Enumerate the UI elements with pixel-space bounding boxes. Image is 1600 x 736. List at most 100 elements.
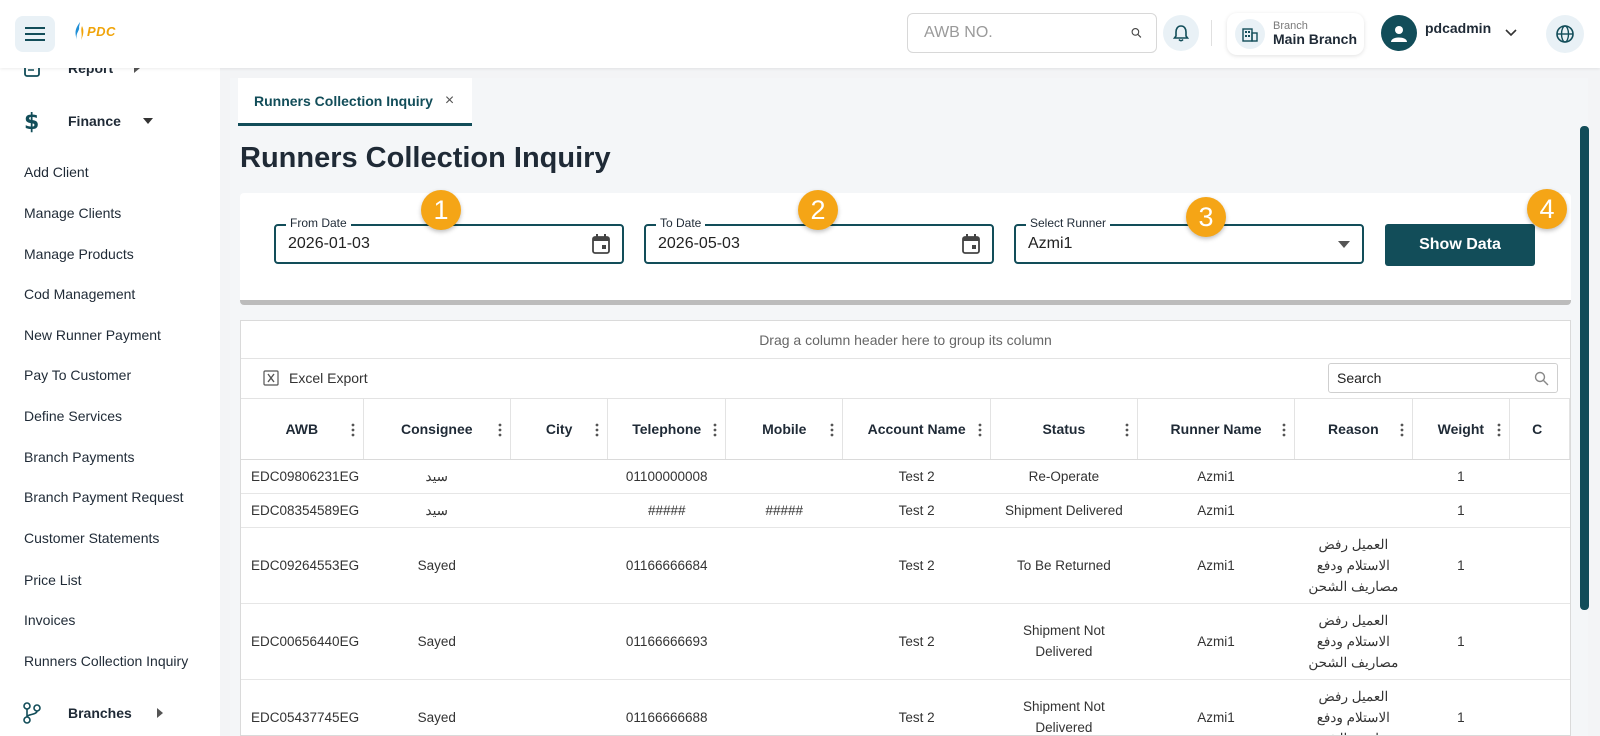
column-header-consignee[interactable]: Consignee bbox=[363, 399, 511, 460]
awb-search-input[interactable] bbox=[924, 24, 1131, 42]
column-menu-icon[interactable] bbox=[351, 423, 355, 437]
sidebar-item-manage-clients[interactable]: Manage Clients bbox=[24, 205, 121, 221]
column-header-runner-name[interactable]: Runner Name bbox=[1137, 399, 1296, 460]
sidebar-item-manage-products[interactable]: Manage Products bbox=[24, 246, 134, 262]
from-date-field[interactable]: From Date 2026-01-03 bbox=[274, 216, 624, 264]
sidebar-item-branch-payment-request[interactable]: Branch Payment Request bbox=[24, 489, 184, 505]
column-header-account-name[interactable]: Account Name bbox=[842, 399, 991, 460]
column-header-reason[interactable]: Reason bbox=[1294, 399, 1413, 460]
column-menu-icon[interactable] bbox=[830, 423, 834, 437]
page-scrollbar[interactable] bbox=[1580, 126, 1589, 610]
to-date-field[interactable]: To Date 2026-05-03 bbox=[644, 216, 994, 264]
cell-city bbox=[510, 679, 608, 735]
search-icon[interactable] bbox=[1534, 371, 1549, 386]
table-row[interactable]: EDC08354589EG سيد ##### ##### Test 2 Shi… bbox=[241, 493, 1570, 528]
column-menu-icon[interactable] bbox=[595, 423, 599, 437]
column-menu-icon[interactable] bbox=[978, 423, 982, 437]
table-row[interactable]: EDC09264553EG Sayed 01166666684 Test 2 T… bbox=[241, 527, 1570, 604]
close-icon[interactable]: × bbox=[445, 92, 454, 110]
column-menu-icon[interactable] bbox=[713, 423, 717, 437]
table-row[interactable]: EDC05437745EG Sayed 01166666688 Test 2 S… bbox=[241, 679, 1570, 735]
menu-button[interactable] bbox=[15, 16, 55, 52]
logo[interactable]: PDC bbox=[74, 22, 116, 40]
awb-search-box[interactable] bbox=[907, 13, 1157, 53]
column-header-city[interactable]: City bbox=[510, 399, 609, 460]
sidebar-group-branches[interactable]: Branches bbox=[22, 702, 164, 724]
cell-truncated bbox=[1509, 527, 1570, 604]
cell-awb: EDC08354589EG bbox=[241, 493, 364, 528]
column-header-weight[interactable]: Weight bbox=[1412, 399, 1511, 460]
cell-mobile bbox=[725, 603, 843, 680]
column-header-truncated[interactable]: C bbox=[1509, 399, 1570, 460]
select-runner-value[interactable]: Azmi1 bbox=[1028, 235, 1338, 253]
cell-mobile bbox=[725, 459, 843, 494]
cell-truncated bbox=[1509, 603, 1570, 680]
cell-consignee: Sayed bbox=[363, 679, 511, 735]
cell-mobile bbox=[725, 527, 843, 604]
header-divider bbox=[1211, 20, 1212, 46]
cell-city bbox=[510, 459, 608, 494]
grid-search-input[interactable] bbox=[1337, 370, 1534, 386]
cell-weight: 1 bbox=[1412, 459, 1510, 494]
language-button[interactable] bbox=[1546, 15, 1584, 53]
sidebar-item-branch-payments[interactable]: Branch Payments bbox=[24, 449, 135, 465]
column-header-telephone[interactable]: Telephone bbox=[607, 399, 727, 460]
search-icon[interactable] bbox=[1131, 23, 1142, 43]
sidebar-item-price-list[interactable]: Price List bbox=[24, 572, 82, 588]
sidebar-item-add-client[interactable]: Add Client bbox=[24, 164, 89, 180]
select-runner-field[interactable]: Select Runner Azmi1 bbox=[1014, 216, 1364, 264]
cell-telephone: 01100000008 bbox=[607, 459, 726, 494]
tab-runners-collection-inquiry[interactable]: Runners Collection Inquiry × bbox=[238, 78, 473, 126]
sidebar-item-new-runner-payment[interactable]: New Runner Payment bbox=[24, 327, 161, 343]
cell-truncated bbox=[1509, 679, 1570, 735]
caret-down-icon bbox=[142, 118, 153, 124]
dollar-icon: $ bbox=[24, 110, 39, 133]
excel-export-button[interactable]: Excel Export bbox=[263, 370, 368, 386]
to-date-value[interactable]: 2026-05-03 bbox=[658, 235, 962, 253]
column-menu-icon[interactable] bbox=[1400, 423, 1404, 437]
column-header-awb[interactable]: AWB bbox=[241, 399, 364, 460]
sidebar-group-finance[interactable]: $ Finance bbox=[22, 109, 153, 133]
cell-telephone: 01166666684 bbox=[607, 527, 726, 604]
column-menu-icon[interactable] bbox=[1125, 423, 1129, 437]
notifications-button[interactable] bbox=[1163, 15, 1199, 51]
logo-flame-icon bbox=[75, 22, 84, 40]
grid-toolbar: Excel Export bbox=[241, 359, 1570, 399]
branch-selector[interactable]: Branch Main Branch bbox=[1227, 13, 1364, 55]
step-badge-2: 2 bbox=[798, 190, 838, 230]
sidebar-item-cod-management[interactable]: Cod Management bbox=[24, 286, 135, 302]
caret-down-icon[interactable] bbox=[1338, 240, 1350, 248]
sidebar-item-customer-statements[interactable]: Customer Statements bbox=[24, 530, 159, 546]
sidebar-item-define-services[interactable]: Define Services bbox=[24, 408, 122, 424]
column-menu-icon[interactable] bbox=[1282, 423, 1286, 437]
branches-icon bbox=[23, 702, 41, 724]
avatar bbox=[1381, 15, 1417, 51]
calendar-icon[interactable] bbox=[962, 234, 980, 254]
cell-status: Shipment Not Delivered bbox=[990, 679, 1138, 735]
column-menu-icon[interactable] bbox=[1497, 423, 1501, 437]
cell-reason: العميل رفض الاستلام ودفع مصاريف الشحن bbox=[1294, 603, 1413, 680]
column-header-mobile[interactable]: Mobile bbox=[725, 399, 844, 460]
cell-truncated bbox=[1509, 493, 1570, 528]
logo-text: PDC bbox=[87, 23, 116, 39]
username: pdcadmin bbox=[1425, 20, 1492, 36]
sidebar-item-pay-to-customer[interactable]: Pay To Customer bbox=[24, 367, 131, 383]
sidebar-item-runners-collection-inquiry[interactable]: Runners Collection Inquiry bbox=[24, 653, 188, 669]
cell-awb: EDC05437745EG bbox=[241, 679, 364, 735]
group-panel[interactable]: Drag a column header here to group its c… bbox=[241, 321, 1570, 359]
calendar-icon[interactable] bbox=[592, 234, 610, 254]
sidebar-group-report[interactable]: Report bbox=[22, 68, 141, 78]
cell-runner-name: Azmi1 bbox=[1137, 679, 1295, 735]
cell-weight: 1 bbox=[1412, 493, 1510, 528]
sidebar: Report $ Finance Add Client Manage Clien… bbox=[0, 68, 220, 736]
table-row[interactable]: EDC00656440EG Sayed 01166666693 Test 2 S… bbox=[241, 603, 1570, 680]
grid-search-box[interactable] bbox=[1328, 363, 1558, 393]
from-date-value[interactable]: 2026-01-03 bbox=[288, 235, 592, 253]
column-menu-icon[interactable] bbox=[498, 423, 502, 437]
branch-name: Main Branch bbox=[1273, 31, 1358, 48]
column-header-status[interactable]: Status bbox=[990, 399, 1139, 460]
show-data-button[interactable]: Show Data bbox=[1385, 224, 1535, 266]
user-menu[interactable]: pdcadmin bbox=[1381, 15, 1517, 51]
table-row[interactable]: EDC09806231EG سيد 01100000008 Test 2 Re-… bbox=[241, 459, 1570, 494]
sidebar-item-invoices[interactable]: Invoices bbox=[24, 612, 75, 628]
